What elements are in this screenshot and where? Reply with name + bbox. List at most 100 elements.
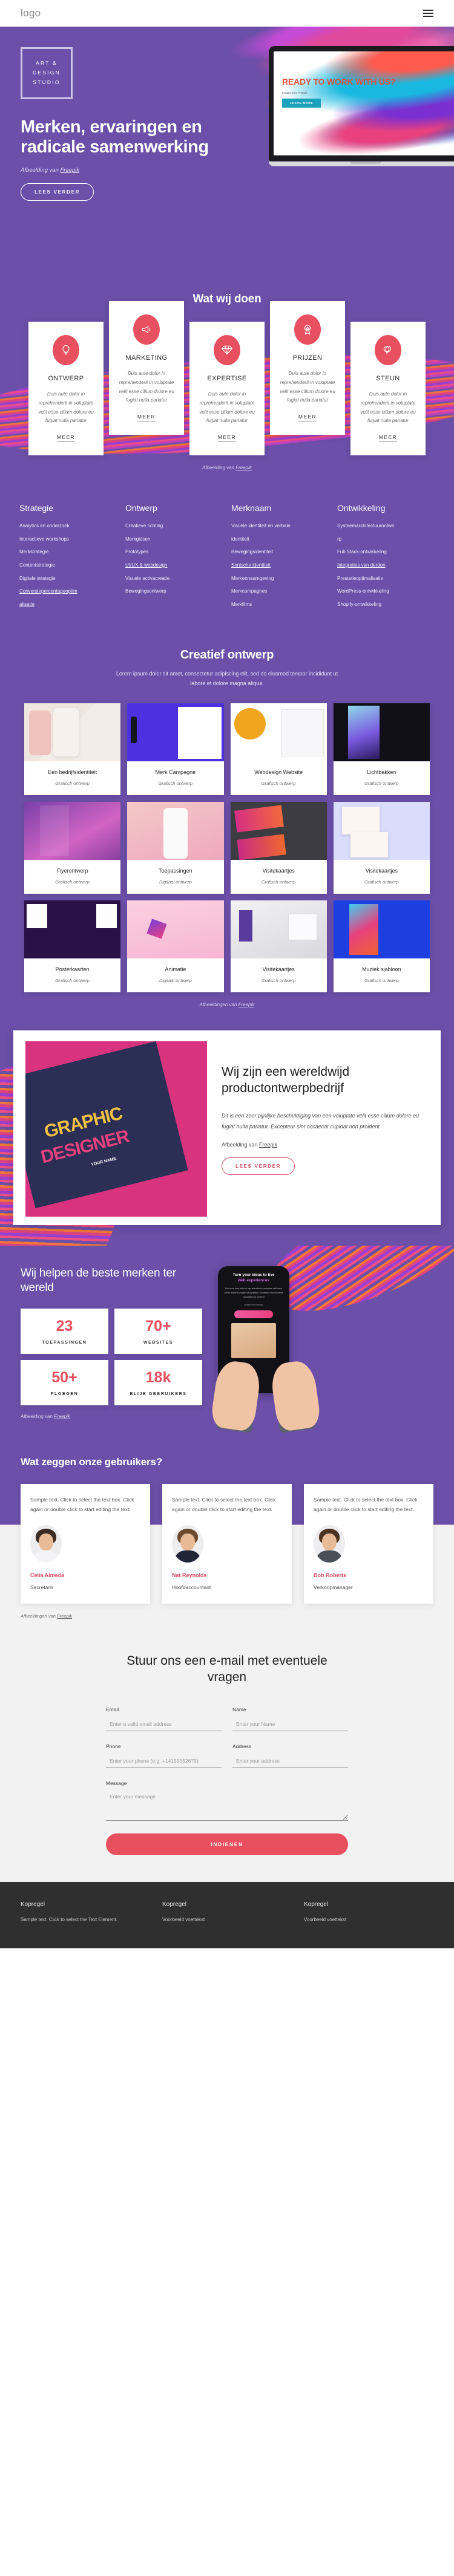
service-card[interactable]: PRIJZEN Duis aute dolor in reprehenderit… bbox=[270, 301, 345, 435]
hamburger-menu-icon[interactable] bbox=[423, 10, 433, 17]
stat-value: 70+ bbox=[145, 1318, 171, 1335]
testimonials-credit-link[interactable]: Freepik bbox=[57, 1613, 72, 1619]
portfolio-item[interactable]: Muziek sjabloon Grafisch ontwerp bbox=[333, 900, 430, 992]
avatar bbox=[172, 1525, 203, 1563]
link-item[interactable]: Prototypes bbox=[125, 549, 223, 555]
phone-headline-main: Turn your ideas to live bbox=[232, 1272, 275, 1277]
portfolio-thumbnail bbox=[24, 900, 121, 958]
link-item[interactable]: UI/UX & webdesign bbox=[125, 562, 223, 568]
email-label: Email bbox=[106, 1706, 119, 1712]
studio-badge-line-1: ART & bbox=[36, 60, 58, 67]
portfolio-item[interactable]: Visitekaartjes Grafisch ontwerp bbox=[333, 801, 430, 894]
link-item[interactable]: Systeemarchitectuurontwe bbox=[337, 523, 435, 529]
link-item[interactable]: Merkfilms bbox=[231, 602, 329, 608]
feature-cta-button[interactable]: LEES VERDER bbox=[222, 1157, 295, 1175]
portfolio-item-category: Grafisch ontwerp bbox=[364, 780, 399, 786]
hero-cta-button[interactable]: LEES VERDER bbox=[21, 183, 94, 201]
link-item[interactable]: Merkstrategie bbox=[19, 549, 117, 555]
portfolio-item[interactable]: Toepassingen Digitaal ontwerp bbox=[127, 801, 224, 894]
service-more-link[interactable]: MEER bbox=[378, 434, 398, 443]
service-card[interactable]: MARKETING Duis aute dolor in reprehender… bbox=[109, 301, 184, 435]
portfolio-credit-link[interactable]: Freepik bbox=[239, 1002, 255, 1007]
portfolio-item[interactable]: Webdesign Website Grafisch ontwerp bbox=[230, 703, 327, 795]
phone-input[interactable] bbox=[106, 1755, 222, 1768]
link-item[interactable]: Visuele identiteit en verbale bbox=[231, 523, 329, 529]
address-input[interactable] bbox=[232, 1755, 348, 1768]
service-description: Duis aute dolor in reprehenderit in volu… bbox=[38, 391, 94, 424]
link-item[interactable]: Conversiepercentageoptim bbox=[19, 588, 117, 594]
service-card[interactable]: EXPERTISE Duis aute dolor in reprehender… bbox=[189, 322, 265, 456]
link-item[interactable]: Creatieve richting bbox=[125, 523, 223, 529]
hero-credit-link[interactable]: Freepik bbox=[61, 167, 80, 174]
name-input[interactable] bbox=[232, 1719, 348, 1731]
portfolio-thumbnail bbox=[24, 801, 121, 860]
service-more-link[interactable]: MEER bbox=[137, 414, 156, 422]
portfolio-item[interactable]: Visitekaartjes Grafisch ontwerp bbox=[230, 801, 327, 894]
link-item[interactable]: Contentstrategie bbox=[19, 562, 117, 568]
link-item[interactable]: Merkcampagnes bbox=[231, 588, 329, 594]
phone-field-group: Phone bbox=[106, 1743, 222, 1768]
link-item[interactable]: Sonische identiteit bbox=[231, 562, 329, 568]
link-item[interactable]: Prestatieoptimalisatie bbox=[337, 576, 435, 582]
service-card[interactable]: ONTWERP Duis aute dolor in reprehenderit… bbox=[28, 322, 104, 456]
phone-in-hands-image: Turn your ideas to live web experiences … bbox=[209, 1266, 433, 1433]
footer-heading: Kopregel bbox=[21, 1901, 45, 1908]
link-item[interactable]: Analytics en onderzoek bbox=[19, 523, 117, 529]
link-column-heading: Strategie bbox=[19, 503, 54, 513]
link-item[interactable]: Visuele activacreatie bbox=[125, 576, 223, 582]
link-item[interactable]: identiteit bbox=[231, 536, 329, 542]
footer-text: Voorbeeld voettekst bbox=[304, 1916, 347, 1922]
portfolio-thumbnail bbox=[230, 900, 327, 958]
portfolio-item-title: Posterkaarten bbox=[55, 966, 90, 972]
feature-credit-link[interactable]: Freepik bbox=[259, 1142, 277, 1148]
phone-credit: Images from Freepik bbox=[244, 1303, 263, 1306]
portfolio-item[interactable]: Flyerontwerp Grafisch ontwerp bbox=[24, 801, 121, 894]
service-more-link[interactable]: MEER bbox=[217, 434, 237, 443]
testimonial-quote: Sample text. Click to select the text bo… bbox=[314, 1496, 418, 1512]
stats-credit-link[interactable]: Freepik bbox=[54, 1414, 70, 1419]
link-item[interactable]: Merkennaamgeving bbox=[231, 576, 329, 582]
link-item[interactable]: Shopify-ontwikkeling bbox=[337, 602, 435, 608]
testimonial-role: Secretaris bbox=[30, 1584, 54, 1591]
message-textarea[interactable] bbox=[106, 1791, 348, 1821]
contact-section: Stuur ons een e-mail met eventuele vrage… bbox=[0, 1632, 454, 1882]
portfolio-item-title: Lichtbakken bbox=[367, 769, 396, 775]
testimonial-role: Verkoopmanager bbox=[314, 1584, 353, 1591]
portfolio-item[interactable]: Visitekaartjes Grafisch ontwerp bbox=[230, 900, 327, 992]
testimonials-credit: Afbeeldingen van Freepik bbox=[0, 1604, 454, 1633]
link-item[interactable]: alisatie bbox=[19, 602, 117, 608]
link-item[interactable]: Full-Stack-ontwikkeling bbox=[337, 549, 435, 555]
service-more-link[interactable]: MEER bbox=[298, 414, 317, 422]
portfolio-thumbnail bbox=[127, 900, 224, 958]
link-item[interactable]: rp bbox=[337, 536, 435, 542]
footer-heading: Kopregel bbox=[162, 1901, 187, 1908]
link-item[interactable]: Bewegingsontwerp bbox=[125, 588, 223, 594]
portfolio-item[interactable]: Merk Campagne Grafisch ontwerp bbox=[127, 703, 224, 795]
portfolio-item-title: Flyerontwerp bbox=[56, 867, 88, 874]
link-item[interactable]: Merkgidsen bbox=[125, 536, 223, 542]
link-item[interactable]: WordPress-ontwikkeling bbox=[337, 588, 435, 594]
link-item[interactable]: Interactieve workshops bbox=[19, 536, 117, 542]
service-card[interactable]: STEUN Duis aute dolor in reprehenderit i… bbox=[350, 322, 426, 456]
feature-title: Wij zijn een wereldwijd productontwerpbe… bbox=[222, 1064, 350, 1095]
stat-card: 23 TOEPASSINGEN bbox=[21, 1309, 108, 1355]
portfolio-item[interactable]: Posterkaarten Grafisch ontwerp bbox=[24, 900, 121, 992]
phone-cta-button bbox=[234, 1310, 273, 1318]
submit-button[interactable]: INDIENEN bbox=[106, 1833, 348, 1855]
avatar bbox=[30, 1525, 62, 1563]
portfolio-thumbnail bbox=[230, 801, 327, 860]
email-input[interactable] bbox=[106, 1719, 222, 1731]
avatar bbox=[314, 1525, 345, 1563]
service-more-link[interactable]: MEER bbox=[56, 434, 76, 443]
link-item[interactable]: Bewegingsidentiteit bbox=[231, 549, 329, 555]
portfolio-item[interactable]: Lichtbakken Grafisch ontwerp bbox=[333, 703, 430, 795]
site-logo[interactable]: logo bbox=[21, 7, 41, 19]
link-item[interactable]: Digitale strategie bbox=[19, 576, 117, 582]
footer-column: Kopregel Sample text. Click to select th… bbox=[21, 1901, 150, 1924]
services-credit-link[interactable]: Freepik bbox=[235, 465, 252, 470]
portfolio-item[interactable]: Animatie Digitaal ontwerp bbox=[127, 900, 224, 992]
link-item[interactable]: Integraties van derden bbox=[337, 562, 435, 568]
portfolio-item[interactable]: Een bedrijfsidentiteit Grafisch ontwerp bbox=[24, 703, 121, 795]
stats-title: Wij helpen de beste merken ter wereld bbox=[21, 1266, 176, 1295]
stat-label: PLOEGEN bbox=[50, 1392, 79, 1397]
